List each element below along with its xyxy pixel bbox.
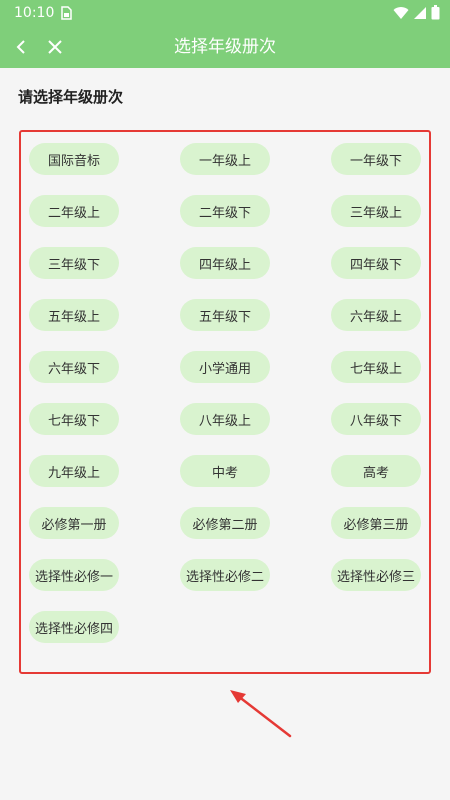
grade-option[interactable]: 必修第二册 bbox=[180, 507, 270, 539]
grade-option[interactable]: 六年级下 bbox=[29, 351, 119, 383]
grade-option[interactable]: 选择性必修二 bbox=[180, 559, 270, 591]
grade-option[interactable]: 七年级上 bbox=[331, 351, 421, 383]
grade-option[interactable]: 小学通用 bbox=[180, 351, 270, 383]
grade-option[interactable]: 选择性必修一 bbox=[29, 559, 119, 591]
grade-option[interactable]: 必修第一册 bbox=[29, 507, 119, 539]
status-bar: 10:10 bbox=[0, 0, 450, 26]
grade-option[interactable]: 五年级下 bbox=[180, 299, 270, 331]
page-title: 选择年级册次 bbox=[174, 37, 276, 57]
grade-option[interactable]: 二年级上 bbox=[29, 195, 119, 227]
grade-option[interactable]: 五年级上 bbox=[29, 299, 119, 331]
grade-option[interactable]: 九年级上 bbox=[29, 455, 119, 487]
grade-option[interactable]: 高考 bbox=[331, 455, 421, 487]
grade-option[interactable]: 一年级上 bbox=[180, 143, 270, 175]
grade-grid: 国际音标 一年级上 一年级下 二年级上 二年级下 三年级上 三年级下 四年级上 … bbox=[29, 143, 421, 643]
sim-card-icon bbox=[61, 6, 72, 20]
status-icons bbox=[393, 5, 440, 20]
grade-option[interactable]: 中考 bbox=[180, 455, 270, 487]
grade-option[interactable]: 一年级下 bbox=[331, 143, 421, 175]
grade-option[interactable]: 三年级上 bbox=[331, 195, 421, 227]
annotation-arrow-icon bbox=[230, 690, 292, 738]
grade-option[interactable]: 七年级下 bbox=[29, 403, 119, 435]
grade-option[interactable]: 四年级下 bbox=[331, 247, 421, 279]
grade-option[interactable]: 四年级上 bbox=[180, 247, 270, 279]
grade-option[interactable]: 八年级上 bbox=[180, 403, 270, 435]
signal-icon bbox=[414, 6, 426, 19]
grade-option[interactable]: 选择性必修四 bbox=[29, 611, 119, 643]
battery-icon bbox=[431, 5, 440, 20]
grade-option[interactable]: 必修第三册 bbox=[331, 507, 421, 539]
grade-option[interactable]: 国际音标 bbox=[29, 143, 119, 175]
toolbar: 选择年级册次 bbox=[0, 26, 450, 68]
status-time: 10:10 bbox=[14, 5, 55, 21]
section-title: 请选择年级册次 bbox=[18, 88, 124, 106]
grade-option[interactable]: 六年级上 bbox=[331, 299, 421, 331]
grade-option[interactable]: 二年级下 bbox=[180, 195, 270, 227]
grade-option[interactable]: 选择性必修三 bbox=[331, 559, 421, 591]
grade-option[interactable]: 八年级下 bbox=[331, 403, 421, 435]
wifi-icon bbox=[393, 6, 409, 19]
grade-option[interactable]: 三年级下 bbox=[29, 247, 119, 279]
